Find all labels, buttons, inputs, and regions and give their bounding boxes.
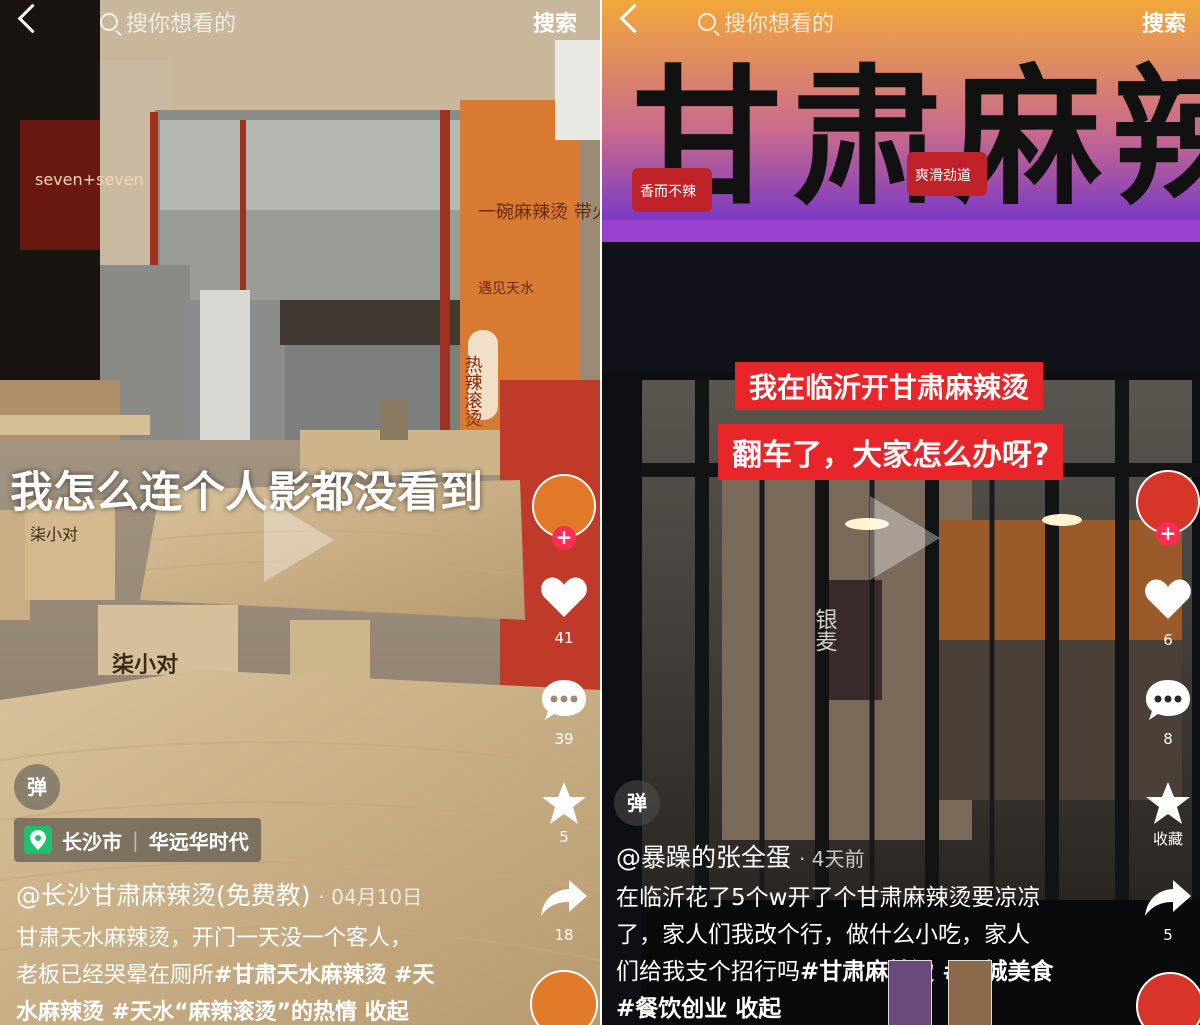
search-placeholder: 搜你想看的 [724,12,835,37]
favorite-count: 5 [559,828,569,846]
star-icon [1146,782,1190,824]
video-overlay-text: 我怎么连个人影都没看到 [10,468,483,518]
share-count: 18 [554,926,574,944]
comment-icon [542,680,586,720]
favorite-button[interactable]: 收藏 [1136,780,1200,849]
back-icon[interactable] [17,3,48,34]
play-icon[interactable] [870,496,940,580]
desc-line[interactable]: 水麻辣烫 #天水“麻辣滚烫”的热情 收起 [16,994,516,1025]
heart-icon [1145,579,1191,619]
action-sidebar: + [532,474,596,550]
product-thumbnail[interactable] [948,960,992,1025]
search-icon [100,13,118,31]
location-place: 华远华时代 [148,829,249,854]
desc-text: 们给我支个招行吗 [616,959,800,985]
location-divider: | [132,828,139,852]
search-placeholder: 搜你想看的 [126,12,237,37]
location-pin-icon [24,826,52,854]
play-icon[interactable] [264,498,334,582]
product-thumbnail[interactable] [888,960,932,1025]
hashtag-link[interactable]: #甘肃天水麻辣烫 #天 [214,963,435,988]
scene-stool-text-small: 柒小对 [30,525,78,544]
right-video-panel[interactable]: 甘肃麻辣烫 香而不辣 爽滑劲道 银麦 搜你想看的 搜索 我在临沂开甘肃麻辣烫 翻… [602,0,1200,1025]
follow-plus-icon[interactable]: + [552,526,576,550]
star-icon [542,782,586,824]
scene-shop-text: seven+seven [35,170,144,189]
left-video-panel[interactable]: 一碗麻辣烫 带火一座城 遇见天水 热辣滚烫 柒小对 柒小对 seven+seve… [0,0,600,1025]
desc-line[interactable]: #餐饮创业 收起 [616,991,1126,1025]
top-bar: 搜你想看的 搜索 [0,0,600,44]
like-count: 6 [1163,631,1173,649]
video-description: 在临沂花了5个w开了个甘肃麻辣烫要凉凉 了，家人们我改个行，做什么小吃，家人 们… [616,880,1126,1025]
search-button[interactable]: 搜索 [533,6,577,38]
desc-line: 了，家人们我改个行，做什么小吃，家人 [616,922,1030,948]
desc-line: 甘肃天水麻辣烫，开门一天没一个客人， [16,926,413,951]
scene-stool-text: 柒小对 [112,653,178,678]
author-name[interactable]: @暴躁的张全蛋 [616,843,791,872]
search-input[interactable]: 搜你想看的 [676,0,834,44]
video-caption-line-1: 我在临沂开甘肃麻辣烫 [735,362,1044,410]
sign-badge-text-1: 香而不辣 [640,184,696,200]
desc-line: 们给我支个招行吗#甘肃麻辣烫 #同城美食 [616,954,1126,991]
comment-button[interactable]: 8 [1136,678,1200,748]
share-arrow-icon [1145,880,1191,916]
share-button[interactable]: 5 [1136,878,1200,944]
comment-count: 39 [554,730,574,748]
author-avatar[interactable]: + [532,474,596,550]
danmu-toggle-button[interactable]: 弹 [614,780,660,826]
search-icon [698,13,716,31]
post-date: · 4天前 [799,847,865,871]
store-sign-text: 甘肃麻辣烫 [632,52,1200,226]
danmu-toggle-button[interactable]: 弹 [14,764,60,810]
author-line[interactable]: @暴躁的张全蛋 · 4天前 [616,838,864,874]
back-icon[interactable] [619,3,650,34]
comment-count: 8 [1163,730,1173,748]
like-button[interactable]: 6 [1136,577,1200,649]
desc-line: 在临沂花了5个w开了个甘肃麻辣烫要凉凉 [616,885,1041,911]
location-city: 长沙市 [62,829,122,854]
scene-sign-text-2: 遇见天水 [478,281,534,297]
location-tag[interactable]: 长沙市 | 华远华时代 [14,818,261,862]
video-caption-line-2: 翻车了，大家怎么办呀? [718,424,1064,480]
search-button[interactable]: 搜索 [1142,6,1186,38]
comment-icon [1146,680,1190,720]
share-count: 5 [1163,926,1173,944]
top-bar: 搜你想看的 搜索 [602,0,1200,44]
desc-text: 老板已经哭晕在厕所 [16,963,215,988]
follow-plus-icon[interactable]: + [1156,522,1180,546]
scene-sign-text-3: 热辣滚烫 [462,355,483,427]
heart-icon [541,577,587,617]
like-count: 41 [554,629,574,647]
desc-line: 老板已经哭晕在厕所#甘肃天水麻辣烫 #天 [16,957,516,994]
video-description: 甘肃天水麻辣烫，开门一天没一个客人， 老板已经哭晕在厕所#甘肃天水麻辣烫 #天 … [16,920,516,1025]
scene-sign-text: 一碗麻辣烫 带火一座城 [478,202,600,223]
search-input[interactable]: 搜你想看的 [78,0,236,44]
like-button[interactable]: 41 [532,575,596,647]
share-arrow-icon [541,880,587,916]
scene-shop-text: 银麦 [812,608,838,652]
post-date: · 04月10日 [318,885,423,909]
author-line[interactable]: @长沙甘肃麻辣烫(免费教) · 04月10日 [16,876,422,912]
sign-badge-text-2: 爽滑劲道 [915,167,971,184]
favorite-button[interactable]: 5 [532,780,596,846]
author-avatar[interactable]: + [1136,470,1200,546]
share-button[interactable]: 18 [532,878,596,944]
author-name[interactable]: @长沙甘肃麻辣烫(免费教) [16,881,311,910]
comment-button[interactable]: 39 [532,678,596,748]
action-sidebar: + [1136,470,1200,546]
favorite-label: 收藏 [1152,830,1183,848]
